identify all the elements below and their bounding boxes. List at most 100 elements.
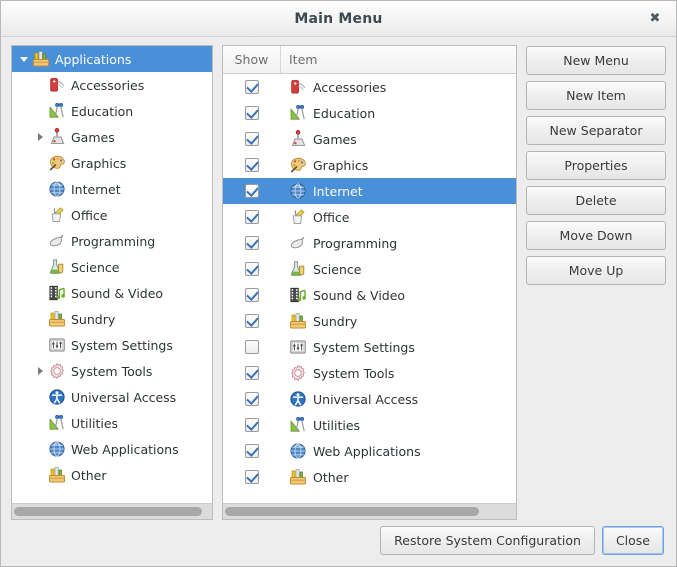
tree-item-5[interactable]: Office xyxy=(12,202,212,228)
table-row[interactable]: Internet xyxy=(223,178,516,204)
show-checkbox[interactable] xyxy=(245,132,259,146)
tree-item-2[interactable]: Games xyxy=(12,124,212,150)
tree-item-9[interactable]: Sundry xyxy=(12,306,212,332)
show-cell[interactable] xyxy=(223,184,281,198)
tree-item-8[interactable]: Sound & Video xyxy=(12,280,212,306)
show-checkbox[interactable] xyxy=(245,158,259,172)
item-cell: Utilities xyxy=(281,416,516,434)
tree-item-15[interactable]: Other xyxy=(12,462,212,488)
table-row[interactable]: Utilities xyxy=(223,412,516,438)
show-cell[interactable] xyxy=(223,392,281,406)
tree-item-10[interactable]: System Settings xyxy=(12,332,212,358)
show-checkbox[interactable] xyxy=(245,340,259,354)
tree-item-11[interactable]: System Tools xyxy=(12,358,212,384)
tree-item-14[interactable]: Web Applications xyxy=(12,436,212,462)
close-icon[interactable]: ✖ xyxy=(644,8,666,30)
show-cell[interactable] xyxy=(223,132,281,146)
show-checkbox[interactable] xyxy=(245,366,259,380)
item-list-rows: Accessories Education Games Graphics Interne… xyxy=(223,74,516,490)
column-header-show[interactable]: Show xyxy=(223,46,281,73)
show-cell[interactable] xyxy=(223,262,281,276)
show-checkbox[interactable] xyxy=(245,470,259,484)
show-checkbox[interactable] xyxy=(245,184,259,198)
tree-item-label: Accessories xyxy=(71,77,145,93)
show-cell[interactable] xyxy=(223,288,281,302)
show-checkbox[interactable] xyxy=(245,106,259,120)
tree-item-4[interactable]: Internet xyxy=(12,176,212,202)
show-cell[interactable] xyxy=(223,470,281,484)
table-row[interactable]: Science xyxy=(223,256,516,282)
tree-item-7[interactable]: Science xyxy=(12,254,212,280)
show-cell[interactable] xyxy=(223,158,281,172)
tree-scrollbar-thumb[interactable] xyxy=(14,507,203,516)
expander-toggle[interactable] xyxy=(32,133,48,141)
menu-tree-panel[interactable]: Applications Accessories Education Games Gra… xyxy=(11,45,213,520)
tree-item-6[interactable]: Programming xyxy=(12,228,212,254)
table-row[interactable]: Sundry xyxy=(223,308,516,334)
show-checkbox[interactable] xyxy=(245,314,259,328)
show-checkbox[interactable] xyxy=(245,288,259,302)
show-checkbox[interactable] xyxy=(245,80,259,94)
show-checkbox[interactable] xyxy=(245,210,259,224)
action-button-new-item[interactable]: New Item xyxy=(526,81,666,110)
tree-item-label: Programming xyxy=(71,233,156,249)
internet-icon xyxy=(289,442,307,460)
action-button-move-down[interactable]: Move Down xyxy=(526,221,666,250)
show-cell[interactable] xyxy=(223,80,281,94)
tree-item-12[interactable]: Universal Access xyxy=(12,384,212,410)
table-row[interactable]: System Tools xyxy=(223,360,516,386)
show-checkbox[interactable] xyxy=(245,236,259,250)
close-button[interactable]: Close xyxy=(601,525,664,555)
expander-toggle[interactable] xyxy=(32,367,48,375)
list-scrollbar-thumb[interactable] xyxy=(225,507,480,516)
item-cell: System Settings xyxy=(281,338,516,356)
show-checkbox[interactable] xyxy=(245,444,259,458)
sound-video-icon xyxy=(48,284,66,302)
action-button-new-menu[interactable]: New Menu xyxy=(526,46,666,75)
show-cell[interactable] xyxy=(223,236,281,250)
show-cell[interactable] xyxy=(223,366,281,380)
tree-item-label: Education xyxy=(71,103,134,119)
tree-item-1[interactable]: Education xyxy=(12,98,212,124)
action-button-move-up[interactable]: Move Up xyxy=(526,256,666,285)
show-cell[interactable] xyxy=(223,418,281,432)
tree-horizontal-scrollbar[interactable] xyxy=(12,503,212,519)
table-row[interactable]: Web Applications xyxy=(223,438,516,464)
action-button-properties[interactable]: Properties xyxy=(526,151,666,180)
show-checkbox[interactable] xyxy=(245,262,259,276)
expander-toggle[interactable] xyxy=(16,56,32,62)
item-cell: Games xyxy=(281,130,516,148)
show-cell[interactable] xyxy=(223,106,281,120)
table-row[interactable]: Programming xyxy=(223,230,516,256)
item-cell: Universal Access xyxy=(281,390,516,408)
table-row[interactable]: Office xyxy=(223,204,516,230)
table-row[interactable]: Sound & Video xyxy=(223,282,516,308)
table-row[interactable]: Education xyxy=(223,100,516,126)
table-row[interactable]: Other xyxy=(223,464,516,490)
dialog-content: Applications Accessories Education Games Gra… xyxy=(1,37,676,520)
item-cell: Science xyxy=(281,260,516,278)
action-button-new-separator[interactable]: New Separator xyxy=(526,116,666,145)
tree-item-3[interactable]: Graphics xyxy=(12,150,212,176)
show-checkbox[interactable] xyxy=(245,418,259,432)
tree-item-root[interactable]: Applications xyxy=(12,46,212,72)
show-cell[interactable] xyxy=(223,444,281,458)
table-row[interactable]: System Settings xyxy=(223,334,516,360)
item-cell: Graphics xyxy=(281,156,516,174)
item-list-panel[interactable]: Show Item Accessories Education Games Graph… xyxy=(222,45,517,520)
tree-item-0[interactable]: Accessories xyxy=(12,72,212,98)
column-header-item[interactable]: Item xyxy=(281,46,516,73)
tree-item-13[interactable]: Utilities xyxy=(12,410,212,436)
list-horizontal-scrollbar[interactable] xyxy=(223,503,516,519)
table-row[interactable]: Universal Access xyxy=(223,386,516,412)
show-cell[interactable] xyxy=(223,340,281,354)
table-row[interactable]: Graphics xyxy=(223,152,516,178)
internet-icon xyxy=(289,182,307,200)
table-row[interactable]: Accessories xyxy=(223,74,516,100)
show-checkbox[interactable] xyxy=(245,392,259,406)
table-row[interactable]: Games xyxy=(223,126,516,152)
restore-system-configuration-button[interactable]: Restore System Configuration xyxy=(380,525,595,555)
show-cell[interactable] xyxy=(223,314,281,328)
show-cell[interactable] xyxy=(223,210,281,224)
action-button-delete[interactable]: Delete xyxy=(526,186,666,215)
